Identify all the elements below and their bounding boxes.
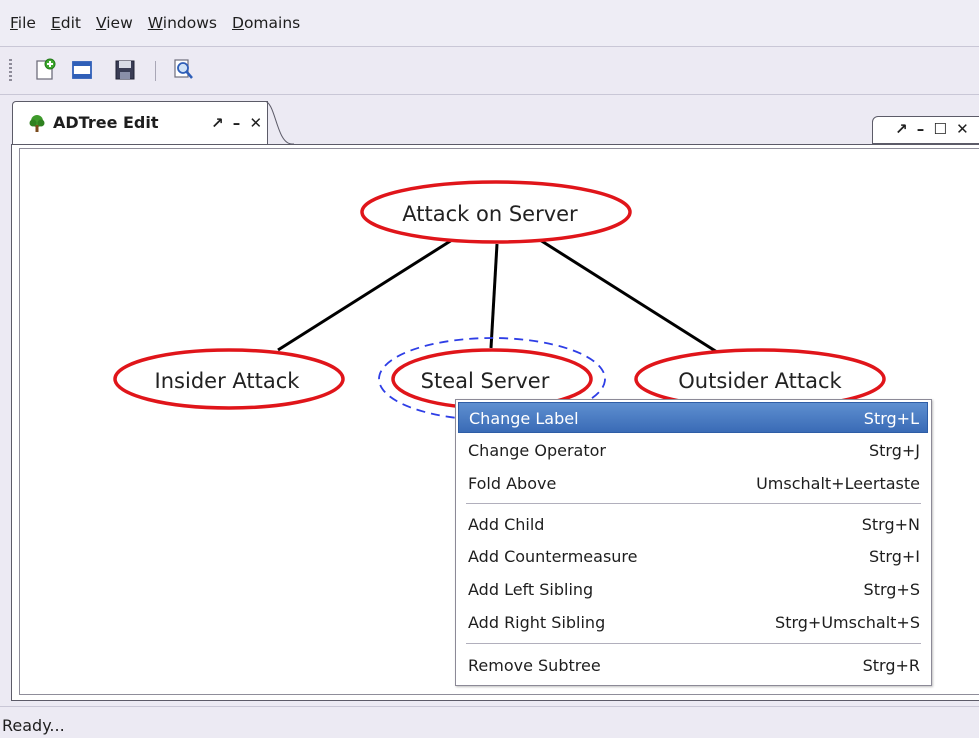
menu-item-add-right-sibling[interactable]: Add Right Sibling Strg+Umschalt+S: [458, 607, 928, 638]
node-context-menu: Change Label Strg+L Change Operator Strg…: [455, 399, 932, 686]
status-bar: Ready...: [0, 706, 979, 738]
menu-item-shortcut: Strg+L: [863, 409, 919, 428]
menu-item-remove-subtree[interactable]: Remove Subtree Strg+R: [458, 650, 928, 681]
menu-item-label: Remove Subtree: [468, 656, 601, 675]
menu-item-shortcut: Strg+I: [868, 547, 920, 566]
menu-item-add-left-sibling[interactable]: Add Left Sibling Strg+S: [458, 574, 928, 605]
edge-root-outsider: [539, 238, 718, 354]
menu-item-shortcut: Strg+J: [868, 441, 920, 460]
tree-node-root-label: Attack on Server: [402, 202, 578, 226]
menu-item-fold-above[interactable]: Fold Above Umschalt+Leertaste: [458, 468, 928, 499]
menu-item-label: Add Right Sibling: [468, 613, 606, 632]
menu-item-label: Add Child: [468, 515, 545, 534]
menu-separator: [466, 643, 921, 644]
edge-root-steal: [489, 243, 499, 349]
menu-item-add-child[interactable]: Add Child Strg+N: [458, 509, 928, 540]
menu-separator: [466, 503, 921, 504]
tree-node-outsider-label: Outsider Attack: [678, 369, 842, 393]
menu-item-label: Change Label: [469, 409, 579, 428]
edge-root-insider: [277, 238, 453, 352]
menu-item-change-operator[interactable]: Change Operator Strg+J: [458, 435, 928, 466]
menu-item-shortcut: Strg+R: [862, 656, 920, 675]
status-text: Ready...: [2, 716, 65, 735]
menu-item-label: Change Operator: [468, 441, 606, 460]
tree-node-insider-attack[interactable]: Insider Attack: [113, 348, 345, 410]
tree-node-root[interactable]: Attack on Server: [360, 180, 632, 244]
menu-item-shortcut: Strg+Umschalt+S: [775, 613, 920, 632]
menu-item-change-label[interactable]: Change Label Strg+L: [458, 402, 928, 433]
menu-item-shortcut: Strg+N: [861, 515, 920, 534]
menu-item-shortcut: Strg+S: [863, 580, 920, 599]
tree-node-steal-label: Steal Server: [421, 369, 550, 393]
menu-item-shortcut: Umschalt+Leertaste: [756, 474, 920, 493]
tree-node-insider-label: Insider Attack: [155, 369, 301, 393]
menu-item-label: Fold Above: [468, 474, 557, 493]
menu-item-label: Add Left Sibling: [468, 580, 594, 599]
menu-item-add-countermeasure[interactable]: Add Countermeasure Strg+I: [458, 541, 928, 572]
menu-item-label: Add Countermeasure: [468, 547, 638, 566]
